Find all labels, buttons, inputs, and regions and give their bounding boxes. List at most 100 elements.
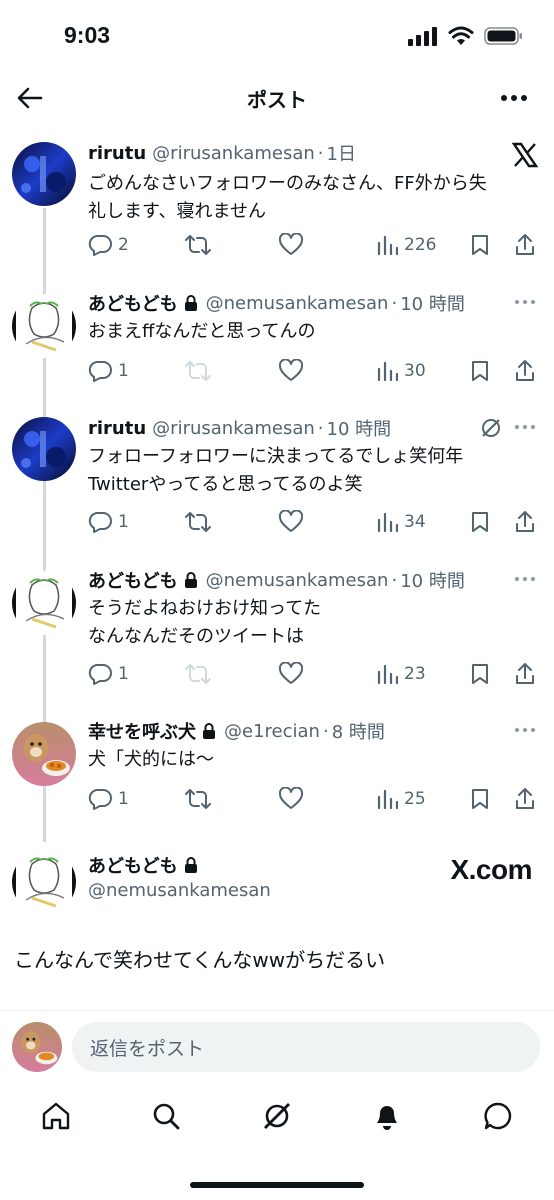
share-icon xyxy=(516,663,534,684)
like-button[interactable] xyxy=(278,230,310,260)
avatar[interactable] xyxy=(12,571,76,635)
like-button[interactable] xyxy=(278,659,310,689)
like-icon xyxy=(278,359,304,381)
display-name[interactable]: あどもども xyxy=(88,567,178,593)
share-button[interactable] xyxy=(514,784,536,814)
tab-grok[interactable] xyxy=(255,1094,299,1138)
messages-icon xyxy=(484,1102,512,1130)
repost-button[interactable] xyxy=(184,230,218,260)
repost-button[interactable] xyxy=(184,507,218,537)
thread-post[interactable]: あどもども @nemusankamesan · 10 時間 そうだよねおけおけ知… xyxy=(0,567,554,692)
grok-icon xyxy=(264,1103,290,1129)
post-time[interactable]: 10 時間 xyxy=(327,415,392,441)
reply-button[interactable]: 1 xyxy=(88,356,129,386)
handle[interactable]: @rirusankamesan xyxy=(152,143,315,164)
reply-icon xyxy=(88,512,112,533)
main-post-text: こんなんで笑わせてくんなwwがちだるい xyxy=(14,948,386,972)
post-more-button[interactable] xyxy=(510,720,540,740)
reply-icon xyxy=(88,789,112,810)
bookmark-button[interactable] xyxy=(470,784,490,814)
share-button[interactable] xyxy=(514,356,536,386)
like-button[interactable] xyxy=(278,784,310,814)
more-icon xyxy=(515,425,535,429)
display-name[interactable]: あどもども xyxy=(88,852,178,878)
grok-button[interactable] xyxy=(478,415,504,441)
display-name[interactable]: rirutu xyxy=(88,418,146,439)
handle[interactable]: @e1recian xyxy=(224,721,320,742)
share-button[interactable] xyxy=(514,230,536,260)
page-title: ポスト xyxy=(247,88,307,112)
thread-post[interactable]: rirutu @rirusankamesan · 1日 ごめんなさいフォロワーの… xyxy=(0,140,554,270)
avatar[interactable] xyxy=(12,294,76,358)
bookmark-button[interactable] xyxy=(470,356,490,386)
reply-button[interactable]: 1 xyxy=(88,507,129,537)
reply-button[interactable]: 1 xyxy=(88,659,129,689)
bookmark-button[interactable] xyxy=(470,659,490,689)
thread-post[interactable]: あどもども @nemusankamesan · 10 時間 おまえffなんだと思… xyxy=(0,290,554,390)
bookmark-button[interactable] xyxy=(470,507,490,537)
avatar[interactable] xyxy=(12,722,76,786)
handle[interactable]: @nemusankamesan xyxy=(206,293,389,314)
tab-messages[interactable] xyxy=(476,1094,520,1138)
avatar[interactable] xyxy=(12,417,76,481)
views-button[interactable]: 226 xyxy=(376,230,436,260)
reply-icon xyxy=(88,235,112,256)
post-header: あどもども @nemusankamesan · 10 時間 xyxy=(88,567,494,593)
post-text: 犬「犬的には〜 xyxy=(88,749,214,770)
more-icon xyxy=(515,728,535,732)
reply-button[interactable]: 2 xyxy=(88,230,129,260)
post-more-button[interactable] xyxy=(510,417,540,437)
avatar[interactable] xyxy=(12,142,76,206)
thread-post[interactable]: rirutu @rirusankamesan · 10 時間 フォローフォロワー… xyxy=(0,415,554,540)
reply-button[interactable]: 1 xyxy=(88,784,129,814)
repost-button[interactable] xyxy=(184,784,218,814)
x-logo-icon xyxy=(512,142,538,168)
views-button[interactable]: 34 xyxy=(376,507,426,537)
current-user-avatar xyxy=(12,1022,62,1072)
tab-search[interactable] xyxy=(144,1094,188,1138)
post-text: ごめんなさいフォロワーのみなさん、FF外から失 礼します、寝れません xyxy=(88,173,487,222)
views-icon xyxy=(377,361,398,382)
share-button[interactable] xyxy=(514,659,536,689)
handle[interactable]: @nemusankamesan xyxy=(88,880,271,901)
status-icons xyxy=(408,26,524,46)
post-time[interactable]: 1日 xyxy=(327,140,356,166)
share-icon xyxy=(516,234,534,255)
more-icon xyxy=(515,577,535,581)
separator-dot: · xyxy=(322,720,329,742)
reply-count: 1 xyxy=(118,512,129,532)
handle[interactable]: @nemusankamesan xyxy=(206,570,389,591)
more-button[interactable] xyxy=(498,86,530,110)
status-time: 9:03 xyxy=(64,22,111,48)
repost-icon xyxy=(185,361,211,381)
display-name[interactable]: 幸せを呼ぶ犬 xyxy=(88,718,196,744)
like-button[interactable] xyxy=(278,356,310,386)
separator-dot: · xyxy=(391,569,398,591)
tab-home[interactable] xyxy=(34,1094,78,1138)
post-time[interactable]: 10 時間 xyxy=(400,290,465,316)
post-more-button[interactable] xyxy=(510,569,540,589)
lock-icon xyxy=(184,294,197,311)
like-button[interactable] xyxy=(278,507,310,537)
bookmark-button[interactable] xyxy=(470,230,490,260)
views-button[interactable]: 23 xyxy=(376,659,426,689)
share-button[interactable] xyxy=(514,507,536,537)
views-button[interactable]: 25 xyxy=(376,784,426,814)
post-header: 幸せを呼ぶ犬 @e1recian · 8 時間 xyxy=(88,718,494,744)
tab-notifications[interactable] xyxy=(365,1094,409,1138)
post-actions: 1 34 xyxy=(88,507,542,537)
home-icon xyxy=(42,1102,70,1130)
views-button[interactable]: 30 xyxy=(376,356,426,386)
reply-input[interactable]: 返信をポスト xyxy=(72,1022,540,1072)
thread-post[interactable]: 幸せを呼ぶ犬 @e1recian · 8 時間 犬「犬的には〜 1 25 xyxy=(0,718,554,818)
display-name[interactable]: rirutu xyxy=(88,143,146,164)
display-name[interactable]: あどもども xyxy=(88,290,178,316)
separator-dot: · xyxy=(317,417,324,439)
bookmark-icon xyxy=(472,235,488,255)
avatar[interactable] xyxy=(12,850,76,914)
post-more-button[interactable] xyxy=(510,292,540,312)
separator-dot: · xyxy=(391,292,398,314)
handle[interactable]: @rirusankamesan xyxy=(152,418,315,439)
post-time[interactable]: 8 時間 xyxy=(332,718,385,744)
post-time[interactable]: 10 時間 xyxy=(400,567,465,593)
